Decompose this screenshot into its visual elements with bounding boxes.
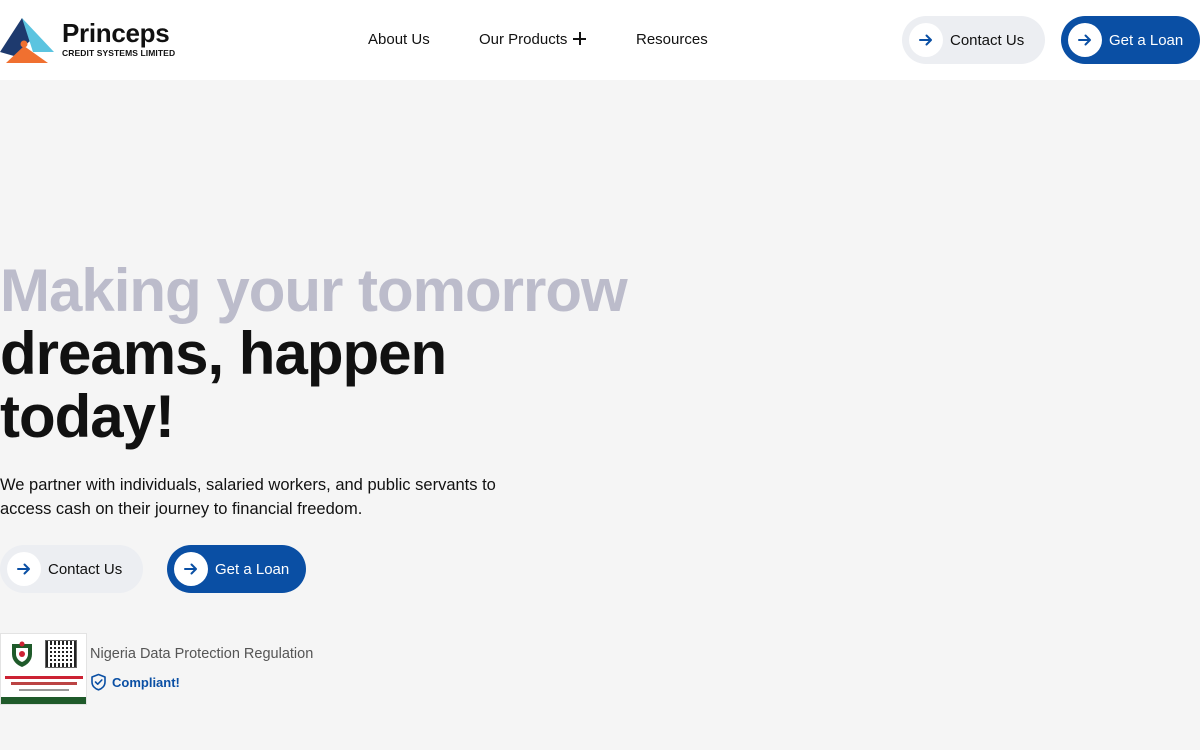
nav-our-products[interactable]: Our Products: [479, 0, 587, 80]
hero-contact-us-label: Contact Us: [48, 560, 123, 578]
coat-of-arms-icon: [12, 641, 32, 667]
site-header: Princeps CREDIT SYSTEMS LIMITED About Us…: [0, 0, 1200, 80]
ndpr-certificate-image: [0, 633, 87, 705]
hero-description: We partner with individuals, salaried wo…: [0, 476, 496, 518]
certificate-footer-band: [1, 697, 86, 704]
shield-check-icon: [91, 673, 106, 691]
arrow-right-icon: [7, 552, 41, 586]
brand-subtitle: CREDIT SYSTEMS LIMITED: [62, 48, 176, 58]
nav-resources-label: Resources: [636, 31, 708, 48]
certificate-text-bar: [11, 682, 77, 685]
header-contact-us-button[interactable]: Contact Us: [902, 16, 1045, 64]
brand-logo[interactable]: Princeps CREDIT SYSTEMS LIMITED: [0, 16, 175, 64]
nav-about-label: About Us: [368, 31, 430, 48]
hero-heading-line-1: Making your tomorrow: [0, 257, 628, 324]
header-contact-us-label: Contact Us: [950, 31, 1025, 49]
ndpr-compliance-badge[interactable]: Nigeria Data Protection Regulation Compl…: [0, 633, 330, 705]
ndpr-status-label: Compliant!: [112, 674, 180, 690]
logo-mark: [0, 18, 54, 63]
hero-heading-line-3: today!: [0, 383, 175, 450]
arrow-right-icon: [1068, 23, 1102, 57]
nav-products-label: Our Products: [479, 31, 568, 48]
qr-code-icon: [45, 640, 77, 668]
brand-name: Princeps: [62, 18, 170, 48]
header-get-a-loan-button[interactable]: Get a Loan: [1061, 16, 1200, 64]
hero-get-a-loan-label: Get a Loan: [215, 560, 290, 578]
certificate-text-bar: [19, 689, 69, 691]
hero-heading-line-2: dreams, happen: [0, 320, 447, 387]
arrow-right-icon: [174, 552, 208, 586]
plus-icon: [573, 32, 587, 45]
nav-about-us[interactable]: About Us: [368, 0, 430, 80]
nav-resources[interactable]: Resources: [636, 0, 708, 80]
ndpr-status: Compliant!: [90, 673, 180, 691]
header-get-a-loan-label: Get a Loan: [1109, 31, 1184, 49]
arrow-right-icon: [909, 23, 943, 57]
hero-contact-us-button[interactable]: Contact Us: [0, 545, 143, 593]
hero-get-a-loan-button[interactable]: Get a Loan: [167, 545, 306, 593]
certificate-text-bar: [5, 676, 83, 679]
ndpr-title: Nigeria Data Protection Regulation: [90, 646, 314, 662]
